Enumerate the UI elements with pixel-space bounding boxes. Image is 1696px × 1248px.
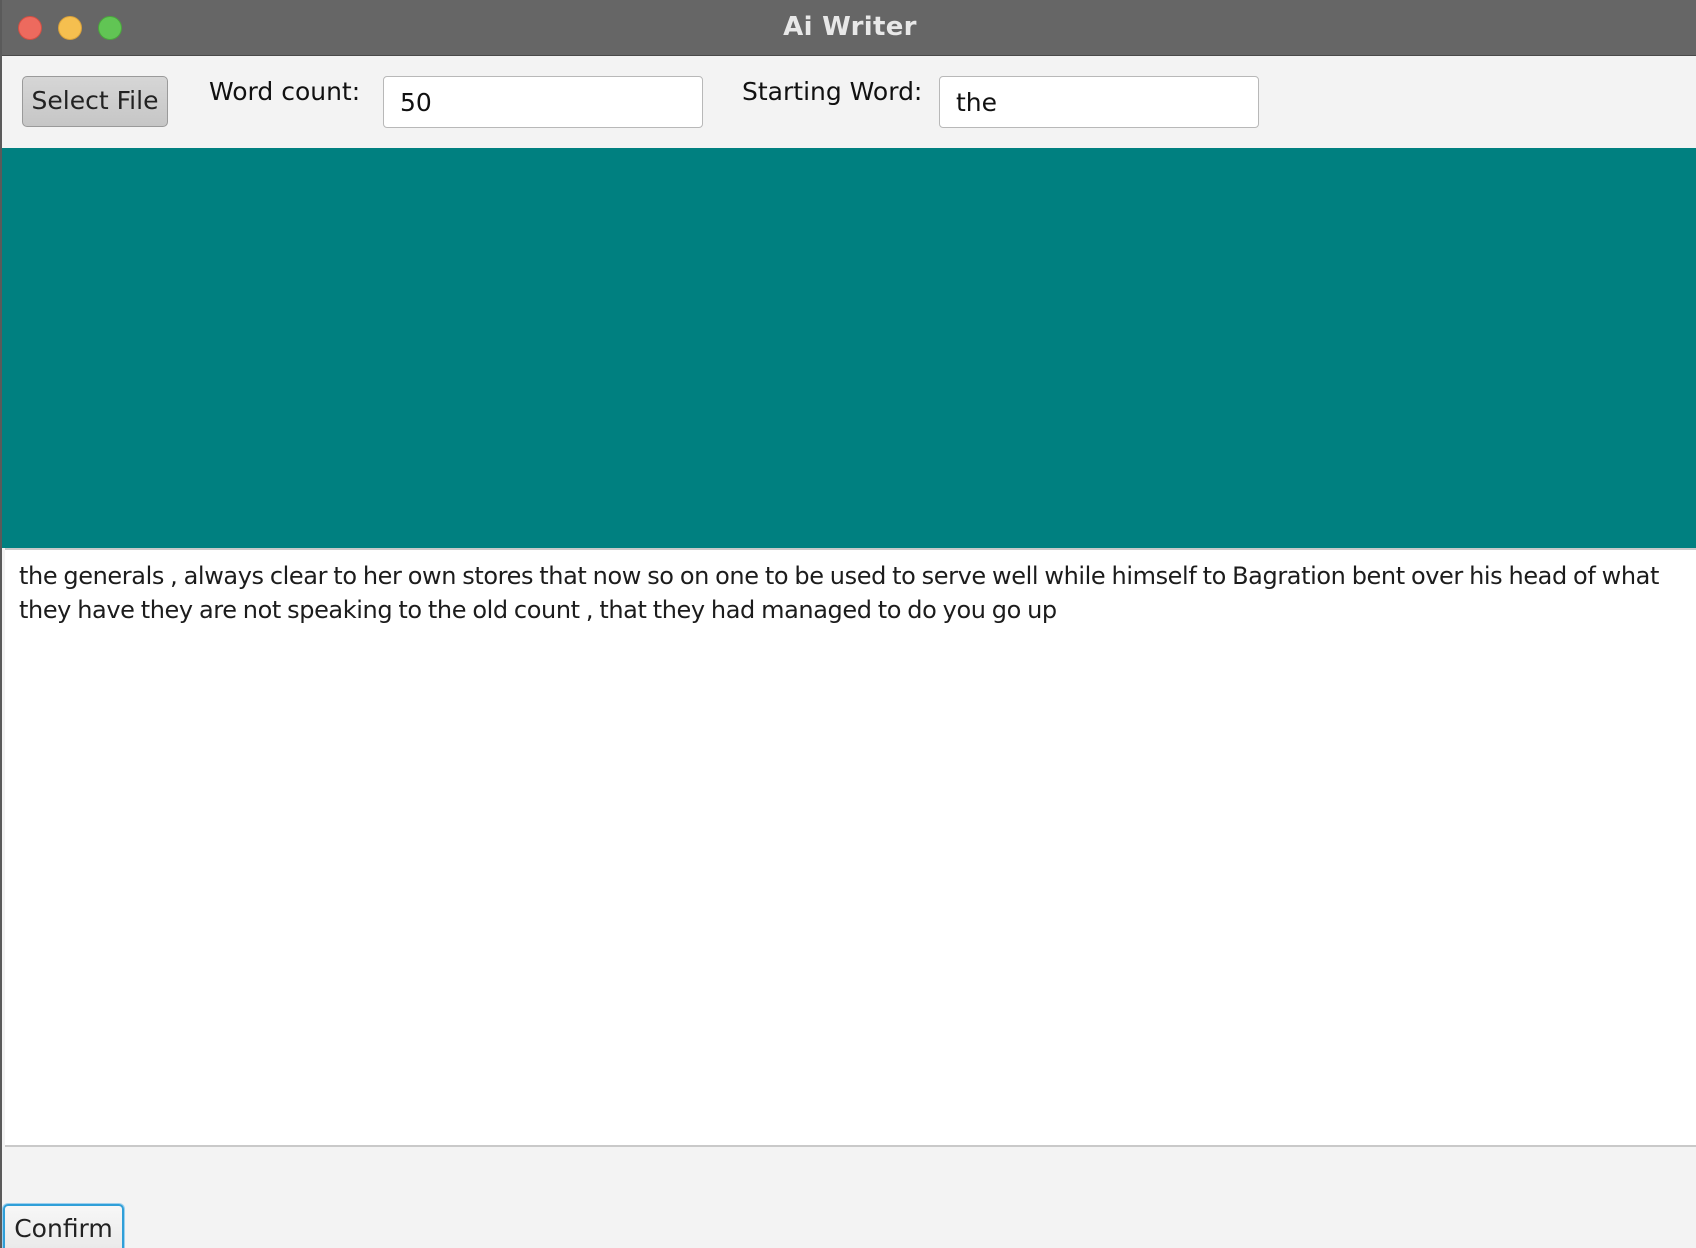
word-count-label: Word count: bbox=[209, 77, 361, 106]
confirm-button[interactable]: Confirm bbox=[3, 1204, 124, 1248]
starting-word-label: Starting Word: bbox=[742, 77, 923, 106]
window-title: Ai Writer bbox=[783, 12, 917, 42]
select-file-button[interactable]: Select File bbox=[22, 76, 168, 127]
word-count-input[interactable] bbox=[383, 76, 703, 128]
app-window: Ai Writer Select File Word count: Starti… bbox=[0, 0, 1696, 1248]
teal-display-panel bbox=[2, 148, 1696, 548]
generated-text-area[interactable]: the generals , always clear to her own s… bbox=[5, 548, 1696, 1147]
title-bar: Ai Writer bbox=[2, 0, 1696, 56]
toolbar: Select File Word count: Starting Word: bbox=[2, 56, 1696, 148]
bottom-bar: Confirm bbox=[2, 1147, 1696, 1248]
starting-word-input[interactable] bbox=[939, 76, 1259, 128]
